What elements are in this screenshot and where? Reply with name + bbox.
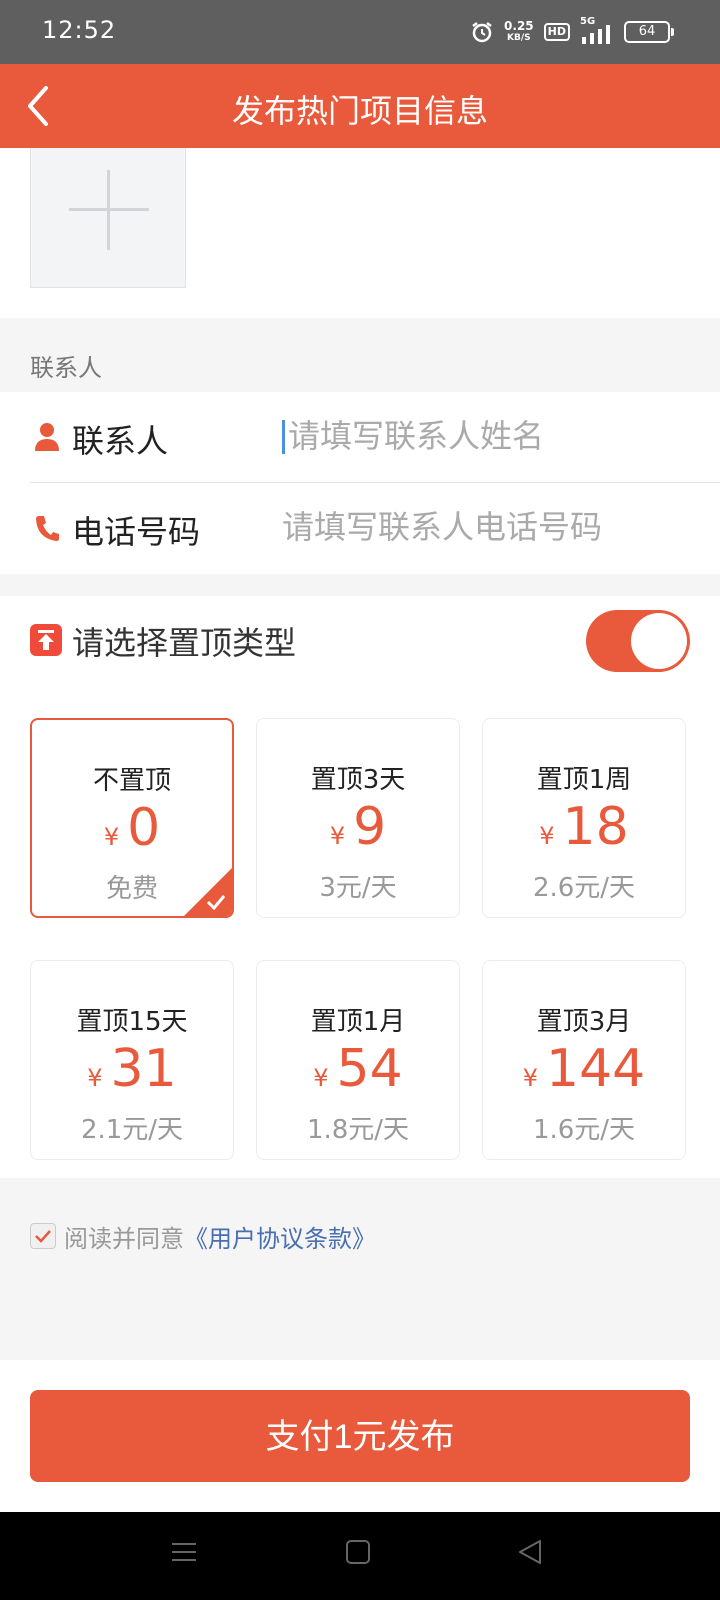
contact-section-title: 联系人 xyxy=(30,354,102,382)
option-price: ¥ 9 xyxy=(257,797,459,857)
net-speed: 0.25 KB/S xyxy=(504,19,534,43)
contact-name-input[interactable] xyxy=(288,412,708,460)
signal-icon: 5G xyxy=(580,16,614,44)
option-name: 置顶15天 xyxy=(76,1007,188,1037)
status-icons: 0.25 KB/S HD 5G 64 xyxy=(470,14,674,50)
top-type-label: 请选择置顶类型 xyxy=(72,624,297,662)
price-value: 9 xyxy=(353,797,387,857)
header-bar: 发布热门项目信息 xyxy=(0,64,720,148)
contact-name-label: 联系人 xyxy=(72,422,169,460)
phone-icon xyxy=(36,516,59,541)
top-option-card[interactable]: 置顶1月 ¥ 54 1.8元/天 xyxy=(256,960,460,1160)
home-icon[interactable] xyxy=(344,1538,372,1566)
menu-icon[interactable] xyxy=(170,1538,198,1566)
option-note: 2.1元/天 xyxy=(80,1115,184,1145)
phone-label: 电话号码 xyxy=(72,513,201,551)
user-agreement-link[interactable]: 《用户协议条款》 xyxy=(184,1219,376,1254)
status-time: 12:52 xyxy=(42,16,117,44)
option-name: 置顶3月 xyxy=(536,1007,632,1037)
option-name: 不置顶 xyxy=(92,766,171,796)
option-note: 3元/天 xyxy=(319,873,397,903)
currency-symbol: ¥ xyxy=(539,822,555,850)
pay-publish-button[interactable]: 支付1元发布 xyxy=(30,1390,690,1482)
option-note: 1.6元/天 xyxy=(532,1115,636,1145)
currency-symbol: ¥ xyxy=(313,1064,329,1092)
agreement-area xyxy=(0,1178,720,1360)
agreement-row: 阅读并同意 《用户协议条款》 xyxy=(30,1219,376,1254)
contact-name-row: 联系人 xyxy=(30,392,720,483)
option-price: ¥ 18 xyxy=(483,797,685,857)
option-price: ¥ 54 xyxy=(257,1039,459,1099)
hd-badge: HD xyxy=(543,23,570,41)
option-note: 1.8元/天 xyxy=(306,1115,410,1145)
option-name: 置顶3天 xyxy=(310,765,406,795)
agreement-text: 阅读并同意 xyxy=(64,1224,184,1253)
section-divider xyxy=(0,318,720,392)
back-triangle-icon[interactable] xyxy=(516,1538,544,1566)
option-price: ¥ 31 xyxy=(31,1039,233,1099)
price-value: 144 xyxy=(546,1039,646,1099)
top-option-card[interactable]: 不置顶 ¥ 0 免费 xyxy=(30,718,234,918)
page-title: 发布热门项目信息 xyxy=(231,92,488,130)
currency-symbol: ¥ xyxy=(87,1064,103,1092)
option-price: ¥ 144 xyxy=(483,1039,685,1099)
phone-row: 电话号码 xyxy=(30,483,720,573)
add-image-button[interactable] xyxy=(30,148,186,288)
price-value: 54 xyxy=(336,1039,403,1099)
top-option-card[interactable]: 置顶15天 ¥ 31 2.1元/天 xyxy=(30,960,234,1160)
check-icon xyxy=(35,1230,51,1243)
system-nav-bar xyxy=(0,1512,720,1600)
agreement-checkbox[interactable] xyxy=(30,1223,56,1249)
battery-icon: 64 xyxy=(624,21,674,43)
top-option-card[interactable]: 置顶3月 ¥ 144 1.6元/天 xyxy=(482,960,686,1160)
currency-symbol: ¥ xyxy=(103,823,120,851)
top-type-toggle[interactable] xyxy=(586,610,690,672)
person-icon xyxy=(35,423,59,451)
alarm-icon xyxy=(472,22,492,43)
toggle-knob xyxy=(631,613,687,669)
option-name: 置顶1月 xyxy=(310,1007,406,1037)
section-divider xyxy=(0,574,720,596)
contact-form: 联系人 电话号码 xyxy=(0,392,720,574)
check-icon xyxy=(184,868,232,916)
pin-top-icon xyxy=(30,624,62,656)
image-upload-area xyxy=(0,148,720,318)
top-option-card[interactable]: 置顶3天 ¥ 9 3元/天 xyxy=(256,718,460,918)
top-option-card[interactable]: 置顶1周 ¥ 18 2.6元/天 xyxy=(482,718,686,918)
phone-input[interactable] xyxy=(282,503,702,551)
currency-symbol: ¥ xyxy=(522,1064,538,1092)
text-cursor xyxy=(282,420,285,454)
price-value: 0 xyxy=(127,798,161,858)
status-bar: 12:52 0.25 KB/S HD 5G 64 xyxy=(0,0,720,64)
top-type-section: 请选择置顶类型 不置顶 ¥ 0 免费 置顶3天 ¥ 9 3元/天 置顶1周 ¥ … xyxy=(0,596,720,1178)
price-value: 31 xyxy=(110,1039,177,1099)
option-price: ¥ 0 xyxy=(32,798,232,858)
price-value: 18 xyxy=(562,797,629,857)
option-note: 2.6元/天 xyxy=(532,873,636,903)
option-name: 置顶1周 xyxy=(536,765,632,795)
currency-symbol: ¥ xyxy=(329,822,346,850)
